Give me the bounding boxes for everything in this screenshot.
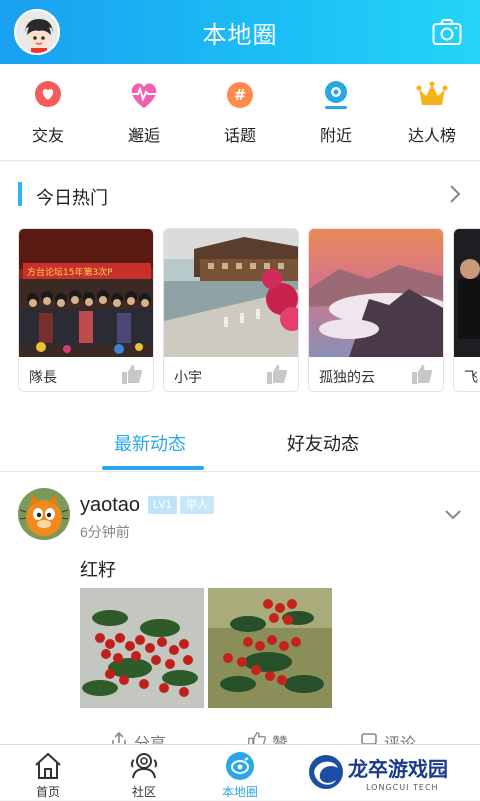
section-header[interactable]: 今日热门 [0,180,480,210]
crown-icon [415,78,449,112]
nav-home[interactable]: 首页 [0,745,96,800]
hot-card[interactable]: 飞 [453,228,480,392]
post-timestamp: 6分钟前 [80,524,130,540]
watermark-text: 龙卒游戏园 [348,757,448,781]
home-icon [33,751,63,781]
quick-action-label: 交友 [31,128,64,145]
top-header: 本地圈 [0,0,480,64]
card-author: 飞 [464,369,478,385]
local-circle-icon [225,751,255,781]
community-icon [129,751,159,781]
svg-text:#: # [234,86,247,104]
rank-badge: 举人 [180,496,214,514]
nav-local-circle[interactable]: 本地圈 [192,745,288,800]
post-text: 红籽 [80,560,116,580]
quick-actions-bar: 交友 邂逅 # 话题 附近 达人榜 [0,64,480,161]
card-photo: 方台论坛15年第3次P [19,229,153,357]
tab-friends[interactable]: 好友动态 [287,430,359,456]
nav-community[interactable]: 社区 [96,745,192,800]
quick-action-nearby[interactable]: 附近 [288,64,384,160]
heartbeat-icon [127,78,161,112]
chevron-down-icon[interactable] [444,508,462,520]
quick-action-label: 邂逅 [127,128,160,145]
nav-label: 首页 [35,785,60,799]
post-image[interactable] [80,588,204,708]
hot-card[interactable]: 小宇 [163,228,299,392]
chevron-right-icon[interactable] [448,184,462,204]
post-username[interactable]: yaotao [80,494,140,517]
card-photo [454,229,480,357]
thumbs-up-icon[interactable] [411,363,433,385]
hashtag-icon: # [223,78,257,112]
quick-action-leaderboard[interactable]: 达人榜 [384,64,480,160]
tab-latest[interactable]: 最新动态 [114,430,186,456]
card-photo [164,229,298,357]
quick-action-encounter[interactable]: 邂逅 [96,64,192,160]
nav-label: 社区 [131,785,156,799]
quick-action-topics[interactable]: # 话题 [192,64,288,160]
card-author: 孤独的云 [319,369,375,385]
svg-text:方台论坛15年第3次P: 方台论坛15年第3次P [27,266,113,278]
section-title: 今日热门 [36,188,108,208]
location-pin-icon [319,78,353,112]
hot-card[interactable]: 孤独的云 [308,228,444,392]
heart-chat-icon [31,78,65,112]
page-title: 本地圈 [202,21,278,49]
card-photo [309,229,443,357]
card-author: 小宇 [174,369,202,385]
thumbs-up-icon[interactable] [266,363,288,385]
watermark-subtext: LONGCUI TECH [366,783,439,792]
quick-action-make-friends[interactable]: 交友 [0,64,96,160]
feed-post[interactable]: yaotao LV1 举人 6分钟前 红籽 [0,472,480,753]
user-avatar[interactable] [14,9,60,55]
hot-cards-carousel[interactable]: 方台论坛15年第3次P 隊長 小宇 孤独的云 飞 [18,228,480,394]
hot-card[interactable]: 方台论坛15年第3次P 隊長 [18,228,154,392]
avatar[interactable] [18,488,70,540]
thumbs-up-icon[interactable] [121,363,143,385]
level-badge: LV1 [148,496,177,514]
camera-icon[interactable] [432,18,462,46]
watermark-logo: 龙卒游戏园 LONGCUI TECH [306,748,476,796]
quick-action-label: 附近 [319,128,352,145]
active-tab-indicator [102,466,204,470]
quick-action-label: 话题 [223,128,256,145]
post-image[interactable] [208,588,332,708]
feed-tabs: 最新动态 好友动态 [0,402,480,472]
card-author: 隊長 [29,369,57,385]
quick-action-label: 达人榜 [407,128,456,145]
nav-label: 本地圈 [221,785,258,799]
section-accent-bar [18,182,22,206]
today-hot-section: 今日热门 方台论坛15年第3次P 隊長 小宇 孤独的云 飞 [0,162,480,402]
